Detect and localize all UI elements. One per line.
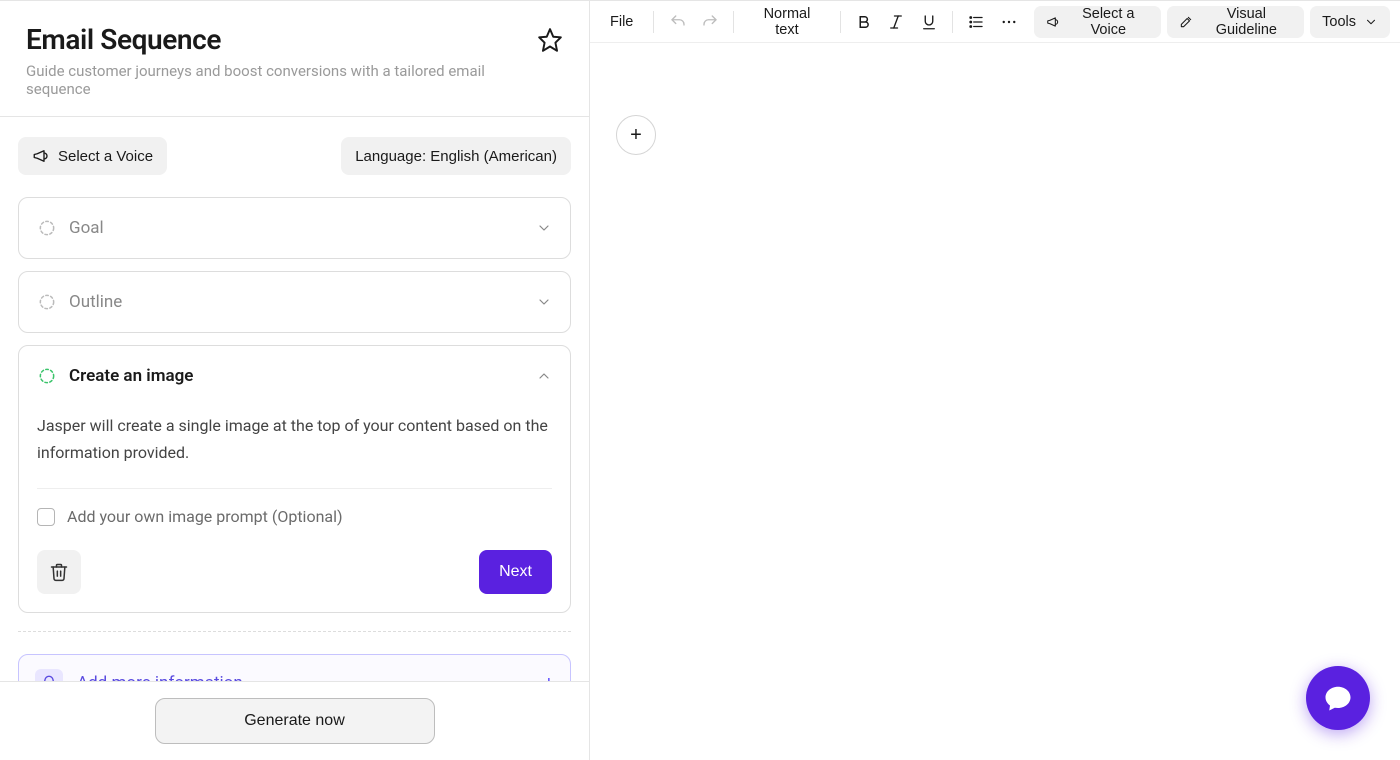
language-button[interactable]: Language: English (American) [341, 137, 571, 175]
delete-step-button[interactable] [37, 550, 81, 594]
divider [37, 488, 552, 489]
create-image-actions: Next [37, 550, 552, 594]
megaphone-icon [32, 147, 50, 165]
tools-label: Tools [1322, 14, 1356, 30]
select-voice-button[interactable]: Select a Voice [18, 137, 167, 175]
right-panel: File Normal text [590, 1, 1400, 760]
add-block-button[interactable]: + [616, 115, 656, 155]
toolbar-separator [840, 11, 841, 33]
redo-button[interactable] [697, 7, 724, 37]
goal-card-title: Goal [69, 218, 524, 238]
create-image-card-header[interactable]: Create an image [37, 346, 552, 406]
dashed-circle-icon [37, 218, 57, 238]
file-menu[interactable]: File [600, 7, 643, 37]
add-more-label: Add more information [77, 673, 530, 681]
goal-card: Goal [18, 197, 571, 259]
dashed-separator [18, 631, 571, 632]
next-button[interactable]: Next [479, 550, 552, 594]
visual-guideline-label: Visual Guideline [1201, 6, 1293, 38]
plus-icon: + [630, 124, 642, 147]
trash-icon [49, 562, 69, 582]
left-header: Email Sequence Guide customer journeys a… [0, 1, 589, 117]
lightbulb-badge [35, 669, 63, 681]
italic-icon [887, 13, 905, 31]
chevron-down-icon [1364, 15, 1378, 29]
underline-icon [920, 13, 938, 31]
create-image-description: Jasper will create a single image at the… [37, 412, 552, 466]
toolbar-separator [733, 11, 734, 33]
toolbar-select-voice-label: Select a Voice [1068, 6, 1148, 38]
left-panel: Email Sequence Guide customer journeys a… [0, 1, 590, 760]
create-image-card-title: Create an image [69, 366, 524, 386]
undo-icon [669, 13, 687, 31]
favorite-button[interactable] [537, 27, 563, 53]
page-subtitle: Guide customer journeys and boost conver… [26, 62, 537, 98]
italic-button[interactable] [883, 7, 910, 37]
more-format-button[interactable] [996, 7, 1023, 37]
outline-card: Outline [18, 271, 571, 333]
toolbar-separator [952, 11, 953, 33]
page-title: Email Sequence [26, 23, 537, 56]
language-label: Language: English (American) [355, 148, 557, 165]
more-horizontal-icon [1000, 13, 1018, 31]
tools-dropdown[interactable]: Tools [1310, 6, 1390, 38]
chat-bubble-icon [1323, 683, 1353, 713]
create-image-card-body: Jasper will create a single image at the… [37, 406, 552, 612]
image-prompt-option: Add your own image prompt (Optional) [37, 507, 552, 526]
editor-toolbar: File Normal text [590, 1, 1400, 43]
list-button[interactable] [963, 7, 990, 37]
image-prompt-label: Add your own image prompt (Optional) [67, 507, 343, 526]
plus-icon: + [544, 673, 554, 681]
left-body: Select a Voice Language: English (Americ… [0, 117, 589, 681]
undo-button[interactable] [664, 7, 691, 37]
outline-card-title: Outline [69, 292, 524, 312]
outline-card-header[interactable]: Outline [37, 272, 552, 332]
goal-card-header[interactable]: Goal [37, 198, 552, 258]
chat-fab[interactable] [1306, 666, 1370, 730]
text-style-dropdown[interactable]: Normal text [744, 7, 830, 37]
left-header-text: Email Sequence Guide customer journeys a… [26, 23, 537, 98]
image-prompt-checkbox[interactable] [37, 508, 55, 526]
chevron-down-icon [536, 294, 552, 310]
underline-button[interactable] [916, 7, 943, 37]
lightbulb-icon [40, 674, 58, 681]
list-icon [967, 13, 985, 31]
toolbar-separator [653, 11, 654, 33]
brush-icon [1179, 14, 1193, 30]
bold-button[interactable] [851, 7, 878, 37]
chevron-up-icon [536, 368, 552, 384]
megaphone-icon [1046, 14, 1060, 30]
dashed-circle-icon [37, 292, 57, 312]
editor-canvas[interactable]: + [590, 43, 1400, 760]
select-voice-label: Select a Voice [58, 148, 153, 165]
visual-guideline-button[interactable]: Visual Guideline [1167, 6, 1305, 38]
bold-icon [855, 13, 873, 31]
config-row: Select a Voice Language: English (Americ… [18, 137, 571, 175]
generate-now-button[interactable]: Generate now [155, 698, 435, 744]
toolbar-select-voice-button[interactable]: Select a Voice [1034, 6, 1160, 38]
chevron-down-icon [536, 220, 552, 236]
create-image-card: Create an image Jasper will create a sin… [18, 345, 571, 613]
left-footer: Generate now [0, 681, 589, 760]
redo-icon [701, 13, 719, 31]
dashed-circle-icon [37, 366, 57, 386]
star-icon [537, 27, 563, 53]
add-more-information-button[interactable]: Add more information + [18, 654, 571, 681]
